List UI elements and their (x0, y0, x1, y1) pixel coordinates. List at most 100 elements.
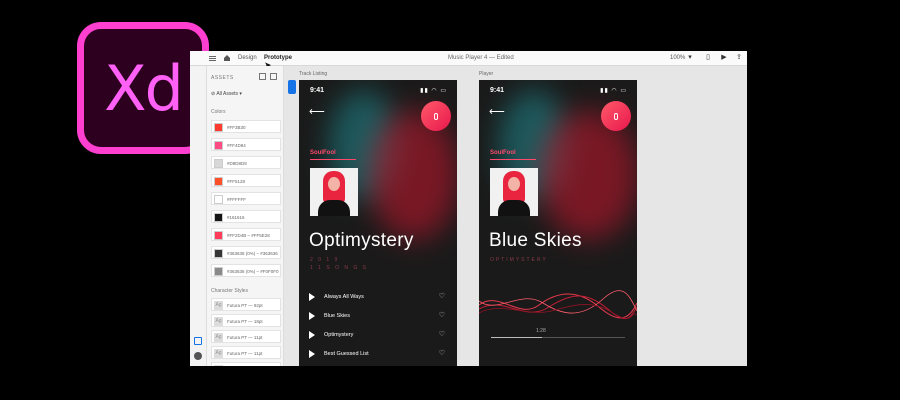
artist-name: SoulFool (490, 150, 516, 156)
color-label: #363636 (0%) – #F0F0F0 (227, 269, 279, 274)
color-swatch-item[interactable]: #D8D8D8 (211, 156, 281, 169)
heart-icon[interactable]: ♡ (439, 330, 445, 338)
artboard-track-listing[interactable]: 9:41 ▮▮ ◠ ▭ ⟵ SoulFool Optimystery 2 0 1… (299, 80, 457, 366)
elapsed-time: 1:28 (536, 328, 546, 334)
menu-icon[interactable] (209, 56, 216, 61)
assets-filter-dropdown[interactable]: ⊘ All Assets ▾ (211, 91, 242, 97)
character-style-item[interactable]: Ag Futura PT — 11pt (211, 330, 281, 343)
color-chip (214, 213, 223, 222)
album-cover (310, 168, 358, 216)
home-icon[interactable] (223, 54, 231, 62)
back-arrow-icon[interactable]: ⟵ (309, 105, 325, 118)
character-style-item[interactable]: Ag Futura PT — 18pt (211, 314, 281, 327)
color-chip (214, 177, 223, 186)
play-icon[interactable] (309, 331, 315, 339)
color-swatch-item[interactable]: #FF4D84 (211, 138, 281, 151)
play-icon[interactable] (309, 350, 315, 358)
flow-start-handle[interactable] (288, 80, 296, 94)
track-row[interactable]: Best Guessed List ♡ (309, 349, 447, 359)
grid-view-icon[interactable] (259, 73, 266, 80)
progress-fill (491, 337, 542, 338)
character-style-item[interactable]: Ag Futura PT — 92pt (211, 298, 281, 311)
color-label: #FF3B30 (227, 125, 246, 130)
tab-design[interactable]: Design (238, 55, 257, 61)
microphone-icon (614, 112, 618, 120)
type-sample-icon: Ag (214, 301, 223, 310)
color-label: #161616 (227, 215, 245, 220)
play-icon[interactable] (309, 293, 315, 301)
character-style-item[interactable]: Ag Futura PT — 11pt (211, 346, 281, 359)
back-arrow-icon[interactable]: ⟵ (489, 105, 505, 118)
color-swatch-item[interactable]: #161616 (211, 210, 281, 223)
play-preview-icon[interactable]: ▶ (720, 54, 728, 62)
character-style-label: Futura PT — 92pt (227, 303, 263, 308)
character-style-label: Futura PT — 11pt (227, 335, 263, 340)
track-name: Best Guessed List (324, 351, 369, 357)
color-chip (214, 159, 223, 168)
album-title: Optimystery (309, 230, 414, 251)
color-swatch-item[interactable]: #FF2D4B – #FF5E28 (211, 228, 281, 241)
heart-icon[interactable]: ♡ (439, 311, 445, 319)
progress-bar[interactable] (491, 337, 625, 338)
status-time: 9:41 (310, 87, 325, 94)
red-glow (369, 110, 457, 240)
list-view-icon[interactable] (270, 73, 277, 80)
character-styles-header[interactable]: Character Styles (211, 288, 248, 294)
type-sample-icon: Ag (214, 365, 223, 366)
track-row[interactable]: Optimystery ♡ (309, 330, 447, 340)
track-name: Optimystery (324, 332, 354, 338)
logo-text: Xd (104, 51, 184, 125)
type-sample-icon: Ag (214, 317, 223, 326)
character-style-item[interactable]: AgSF Pro Text — 11pt (211, 362, 281, 366)
status-icons: ▮▮ ◠ ▭ (420, 88, 447, 94)
play-icon[interactable] (309, 312, 315, 320)
mic-button[interactable] (601, 101, 631, 131)
track-row[interactable]: Always All Ways ♡ (309, 292, 447, 302)
share-icon[interactable]: ⇪ (735, 54, 743, 62)
album-cover (490, 168, 538, 216)
color-swatch-item[interactable]: #FFFFFF (211, 192, 281, 205)
album-year: 2 0 1 9 (310, 257, 340, 263)
track-row[interactable]: Blue Skies ♡ (309, 311, 447, 321)
artist-underline (310, 159, 356, 160)
plugins-icon[interactable] (194, 352, 202, 360)
color-swatch-item[interactable]: #FF5128 (211, 174, 281, 187)
artist-name: SoulFool (310, 150, 336, 156)
microphone-icon (434, 112, 438, 120)
mic-button[interactable] (421, 101, 451, 131)
color-swatch-item[interactable]: #363636 (0%) – #F0F0F0 (211, 264, 281, 277)
color-chip (214, 249, 223, 258)
audio-waveform (479, 290, 637, 320)
colors-section-header[interactable]: Colors (211, 109, 225, 115)
color-swatch-item[interactable]: #363636 (0%) – #363636 (211, 246, 281, 259)
character-style-label: Futura PT — 11pt (227, 351, 263, 356)
album-name: OPTIMYSTERY (490, 257, 548, 263)
character-style-label: Futura PT — 18pt (227, 319, 263, 324)
artist-underline (490, 159, 536, 160)
song-title: Blue Skies (489, 230, 582, 251)
color-label: #FF5128 (227, 179, 246, 184)
design-canvas[interactable]: Track Listing Player 9:41 ▮▮ ◠ ▭ ⟵ SoulF… (284, 66, 747, 366)
heart-icon[interactable]: ♡ (439, 349, 445, 357)
assets-panel: ASSETS ⊘ All Assets ▾ Colors #FF3B30 #FF4… (207, 66, 284, 366)
device-preview-icon[interactable]: ▯ (704, 54, 712, 62)
top-toolbar: Design Prototype ➤ Music Player 4 — Edit… (190, 51, 747, 70)
stage: Xd Design Prototype ➤ Music Player 4 — E… (0, 0, 900, 400)
heart-icon[interactable]: ♡ (439, 292, 445, 300)
left-icon-rail (190, 66, 207, 366)
artboard-title-player[interactable]: Player (479, 71, 493, 77)
color-chip (214, 141, 223, 150)
zoom-level[interactable]: 100% (670, 55, 685, 61)
assets-icon[interactable] (194, 337, 202, 345)
color-label: #FF4D84 (227, 143, 246, 148)
document-title: Music Player 4 — Edited (448, 55, 514, 61)
chevron-down-icon[interactable]: ▾ (686, 54, 694, 62)
color-chip (214, 195, 223, 204)
color-swatch-item[interactable]: #FF3B30 (211, 120, 281, 133)
color-label: #FFFFFF (227, 197, 246, 202)
color-chip (214, 123, 223, 132)
artboard-player[interactable]: 9:41 ▮▮ ◠ ▭ ⟵ SoulFool Blue Skies OPTIMY… (479, 80, 637, 366)
album-song-count: 1 1 S O N G S (310, 265, 368, 271)
track-name: Always All Ways (324, 294, 364, 300)
artboard-title-track-listing[interactable]: Track Listing (299, 71, 327, 77)
